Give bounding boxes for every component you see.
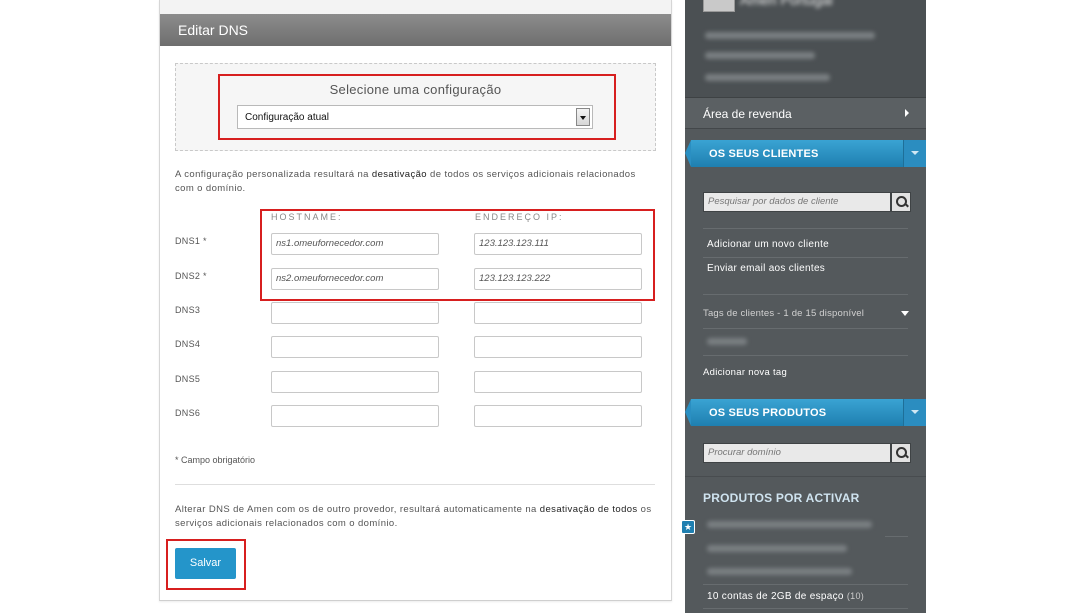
dns5-ip-input[interactable]	[474, 371, 642, 393]
required-field-note: * Campo obrigatório	[175, 455, 256, 465]
chevron-down-icon[interactable]	[576, 108, 590, 126]
blurred-info-line	[705, 52, 815, 59]
dns3-label: DNS3	[175, 305, 201, 315]
chevron-down-icon[interactable]	[901, 311, 909, 316]
dns1-ip-input[interactable]: 123.123.123.111	[474, 233, 642, 255]
dns2-label: DNS2 *	[175, 271, 207, 281]
dns3-hostname-input[interactable]	[271, 302, 439, 324]
add-tag-link[interactable]: Adicionar nova tag	[703, 367, 787, 378]
custom-config-notice: A configuração personalizada resultará n…	[175, 168, 655, 196]
notice2-bold: desativação de todos	[539, 504, 638, 515]
notice-bold: desativação	[371, 169, 427, 180]
tab-notch-icon	[685, 140, 691, 167]
page-title: Editar DNS	[178, 22, 249, 38]
reseller-area-link[interactable]: Área de revenda	[685, 98, 926, 129]
sidebar: Amen Portugal Área de revenda OS SEUS CL…	[685, 0, 926, 613]
dns5-hostname-input[interactable]	[271, 371, 439, 393]
user-name: Amen Portugal	[740, 0, 833, 8]
dns5-label: DNS5	[175, 374, 201, 384]
hostname-column-header: HOSTNAME:	[271, 212, 343, 222]
dns6-ip-input[interactable]	[474, 405, 642, 427]
pending-product-count: (10)	[846, 591, 865, 601]
notice-text: A configuração personalizada resultará n…	[175, 169, 372, 180]
blurred-tag	[707, 338, 747, 345]
change-dns-notice: Alterar DNS de Amen com os de outro prov…	[175, 503, 659, 531]
configuration-title: Selecione uma configuração	[329, 82, 502, 97]
dns1-hostname-input[interactable]: ns1.omeufornecedor.com	[271, 233, 439, 255]
reseller-area-label: Área de revenda	[703, 107, 792, 121]
divider	[703, 294, 908, 295]
configuration-select-value: Configuração atual	[245, 112, 329, 123]
blurred-info-line	[705, 74, 830, 81]
save-button[interactable]: Salvar	[175, 548, 236, 579]
pending-product-item[interactable]: 10 contas de 2GB de espaço (10)	[707, 591, 864, 602]
dns2-hostname-input[interactable]: ns2.omeufornecedor.com	[271, 268, 439, 290]
dns1-label: DNS1 *	[175, 236, 207, 246]
divider	[885, 536, 908, 537]
avatar	[703, 0, 735, 12]
products-section-header[interactable]: OS SEUS PRODUTOS	[685, 399, 926, 426]
products-section-title: OS SEUS PRODUTOS	[709, 407, 827, 419]
user-block: Amen Portugal	[685, 0, 926, 98]
divider	[685, 476, 926, 477]
ip-column-header: ENDEREÇO IP:	[475, 212, 564, 222]
client-search-input[interactable]: Pesquisar por dados de cliente	[703, 192, 891, 212]
divider	[703, 228, 908, 229]
domain-search-input[interactable]: Procurar domínio	[703, 443, 891, 463]
dns4-ip-input[interactable]	[474, 336, 642, 358]
dns6-label: DNS6	[175, 408, 201, 418]
configuration-box: Selecione uma configuração Configuração …	[175, 63, 656, 151]
star-icon[interactable]: ★	[681, 520, 695, 534]
divider	[703, 584, 908, 585]
blurred-product	[707, 568, 852, 575]
pending-product-label: 10 contas de 2GB de espaço	[707, 591, 844, 602]
clients-section-header[interactable]: OS SEUS CLIENTES	[685, 140, 926, 167]
clients-section-title: OS SEUS CLIENTES	[709, 148, 819, 160]
divider	[703, 355, 908, 356]
add-client-link[interactable]: Adicionar um novo cliente	[707, 239, 829, 250]
chevron-down-icon[interactable]	[903, 140, 926, 167]
panel-header: Editar DNS	[160, 14, 671, 46]
search-icon[interactable]	[891, 443, 911, 463]
blurred-product	[707, 521, 872, 528]
dns4-label: DNS4	[175, 339, 201, 349]
divider	[175, 484, 655, 485]
client-tags-dropdown[interactable]: Tags de clientes - 1 de 15 disponível	[703, 308, 864, 319]
divider	[703, 608, 908, 609]
dns4-hostname-input[interactable]	[271, 336, 439, 358]
divider	[703, 257, 908, 258]
configuration-select[interactable]: Configuração atual	[237, 105, 593, 129]
panel-top-strip	[160, 0, 671, 15]
tab-notch-icon	[685, 399, 691, 426]
blurred-product	[707, 545, 847, 552]
notice2-text: Alterar DNS de Amen com os de outro prov…	[175, 504, 540, 515]
dns3-ip-input[interactable]	[474, 302, 642, 324]
edit-dns-panel: Editar DNS Selecione uma configuração Co…	[159, 0, 672, 601]
blurred-info-line	[705, 32, 875, 39]
dns6-hostname-input[interactable]	[271, 405, 439, 427]
chevron-right-icon	[905, 109, 909, 117]
email-clients-link[interactable]: Enviar email aos clientes	[707, 263, 825, 274]
search-icon[interactable]	[891, 192, 911, 212]
divider	[703, 328, 908, 329]
dns2-ip-input[interactable]: 123.123.123.222	[474, 268, 642, 290]
chevron-down-icon[interactable]	[903, 399, 926, 426]
pending-products-title: PRODUTOS POR ACTIVAR	[703, 491, 860, 505]
